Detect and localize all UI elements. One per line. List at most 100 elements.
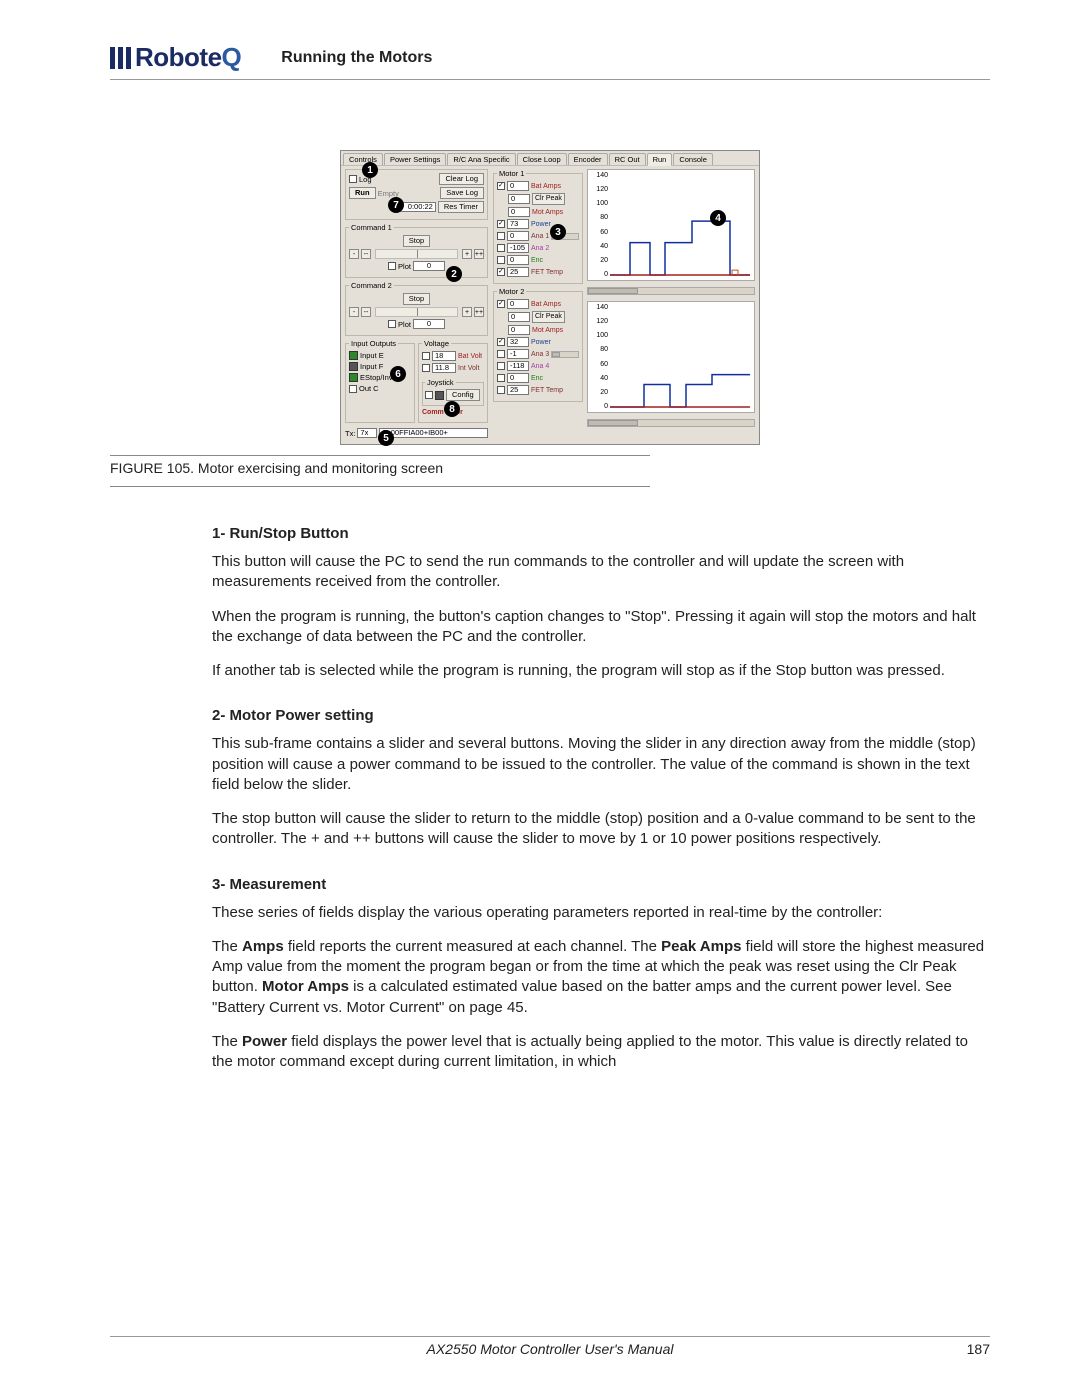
m2-ana2-checkbox[interactable] xyxy=(497,362,505,370)
m1-bat-checkbox[interactable] xyxy=(497,182,505,190)
m2-enc-checkbox[interactable] xyxy=(497,374,505,382)
cmd2-dplus-button[interactable]: ++ xyxy=(474,307,484,317)
cmd2-dminus-button[interactable]: -- xyxy=(361,307,371,317)
tx-port-field: 7x xyxy=(357,428,377,438)
m1-ana2-field: -105 xyxy=(507,243,529,253)
m1-mota-label: Mot Amps xyxy=(532,209,563,216)
m2-clr-peak-button[interactable]: Clr Peak xyxy=(532,311,565,323)
log-checkbox[interactable] xyxy=(349,175,357,183)
cmd2-plus-button[interactable]: + xyxy=(462,307,472,317)
section1-p1: This button will cause the PC to send th… xyxy=(212,552,990,593)
m2-ana2-field: -118 xyxy=(507,361,529,371)
m1-ana1-field: 0 xyxy=(507,231,529,241)
g2-y-20: 20 xyxy=(590,389,608,396)
save-log-button[interactable]: Save Log xyxy=(440,187,484,199)
cmd2-slider[interactable] xyxy=(375,307,458,317)
m1-enc-checkbox[interactable] xyxy=(497,256,505,264)
m1-ana2-checkbox[interactable] xyxy=(497,244,505,252)
clear-log-button[interactable]: Clear Log xyxy=(439,173,484,185)
g2-y-140: 140 xyxy=(590,304,608,311)
m2-fet-field: 25 xyxy=(507,385,529,395)
tab-rc-out[interactable]: RC Out xyxy=(609,153,646,165)
command2-legend: Command 2 xyxy=(349,281,394,290)
m2-bat-label: Bat Amps xyxy=(531,301,561,308)
m2-pow-checkbox[interactable] xyxy=(497,338,505,346)
figure-caption: FIGURE 105. Motor exercising and monitor… xyxy=(110,460,990,476)
graph1-scrollbar[interactable] xyxy=(587,287,755,295)
m2-enc-field: 0 xyxy=(507,373,529,383)
m2-mota-field: 0 xyxy=(508,325,530,335)
motor1-graph: 140 120 100 80 60 40 20 0 xyxy=(587,169,755,281)
intv-checkbox[interactable] xyxy=(422,364,430,372)
m2-ana1-scroll[interactable] xyxy=(551,351,579,358)
tab-console[interactable]: Console xyxy=(673,153,713,165)
estop-label: EStop/Inv xyxy=(360,373,393,382)
m1-pow-field: 73 xyxy=(507,219,529,229)
joy-led xyxy=(435,391,444,400)
m2-fet-checkbox[interactable] xyxy=(497,386,505,394)
batv-checkbox[interactable] xyxy=(422,352,430,360)
m2-bat-checkbox[interactable] xyxy=(497,300,505,308)
m1-ana1-label: Ana 1 xyxy=(531,233,549,240)
section1-p3: If another tab is selected while the pro… xyxy=(212,661,990,681)
tab-encoder[interactable]: Encoder xyxy=(568,153,608,165)
logo-text-main: Robote xyxy=(135,42,222,73)
tab-close-loop[interactable]: Close Loop xyxy=(517,153,567,165)
m1-ana1-checkbox[interactable] xyxy=(497,232,505,240)
m2-pow-label: Power xyxy=(531,339,551,346)
g1-y-0: 0 xyxy=(590,271,608,278)
m1-fet-checkbox[interactable] xyxy=(497,268,505,276)
callout-4: 4 xyxy=(710,210,726,226)
cmd2-plot-checkbox[interactable] xyxy=(388,320,396,328)
tx-label: Tx: xyxy=(345,429,355,438)
cmd2-value-field: 0 xyxy=(413,319,445,329)
cmd1-plus-button[interactable]: + xyxy=(462,249,472,259)
m1-pow-checkbox[interactable] xyxy=(497,220,505,228)
cmd1-dminus-button[interactable]: -- xyxy=(361,249,371,259)
cmd1-plot-checkbox[interactable] xyxy=(388,262,396,270)
callout-7: 7 xyxy=(388,197,404,213)
section3-p1: These series of fields display the vario… xyxy=(212,903,990,923)
cmd1-dplus-button[interactable]: ++ xyxy=(474,249,484,259)
m1-enc-field: 0 xyxy=(507,255,529,265)
g1-y-40: 40 xyxy=(590,243,608,250)
tab-bar: Controls Power Settings R/C Ana Specific… xyxy=(341,151,759,166)
callout-1: 1 xyxy=(362,162,378,178)
config-button[interactable]: Config xyxy=(446,389,480,401)
cmd2-minus-button[interactable]: - xyxy=(349,307,359,317)
m2-mota-label: Mot Amps xyxy=(532,327,563,334)
m1-clr-peak-button[interactable]: Clr Peak xyxy=(532,193,565,205)
cmd1-minus-button[interactable]: - xyxy=(349,249,359,259)
tab-run[interactable]: Run xyxy=(647,153,673,166)
out-c-checkbox[interactable] xyxy=(349,385,357,393)
figure-rule-bottom xyxy=(110,486,650,487)
estop-led xyxy=(349,373,358,382)
page-header: RoboteQ Running the Motors xyxy=(110,42,990,80)
cmd2-plot-label: Plot xyxy=(398,320,411,329)
g2-y-80: 80 xyxy=(590,346,608,353)
cmd1-stop-button[interactable]: Stop xyxy=(403,235,430,247)
motor2-graph: 140 120 100 80 60 40 20 0 xyxy=(587,301,755,413)
g2-y-40: 40 xyxy=(590,375,608,382)
m1-bat-label: Bat Amps xyxy=(531,183,561,190)
cmd1-value-field: 0 xyxy=(413,261,445,271)
text-content: 1- Run/Stop Button This button will caus… xyxy=(110,525,990,1072)
run-button[interactable]: Run xyxy=(349,187,376,199)
graph2-scrollbar[interactable] xyxy=(587,419,755,427)
m2-peak-field: 0 xyxy=(508,312,530,322)
cmd2-stop-button[interactable]: Stop xyxy=(403,293,430,305)
input-e-led xyxy=(349,351,358,360)
m2-ana1-checkbox[interactable] xyxy=(497,350,505,358)
cmd1-plot-label: Plot xyxy=(398,262,411,271)
m2-bat-field: 0 xyxy=(507,299,529,309)
tab-controls[interactable]: Controls xyxy=(343,153,383,165)
reset-timer-button[interactable]: Res Timer xyxy=(438,201,484,213)
cmd1-slider[interactable] xyxy=(375,249,458,259)
figure-rule-top xyxy=(110,455,650,456)
tab-rc-ana[interactable]: R/C Ana Specific xyxy=(447,153,515,165)
io-group: Input Outputs Input E Input F EStop/Inv … xyxy=(345,339,415,423)
m1-ana2-label: Ana 2 xyxy=(531,245,549,252)
m2-fet-label: FET Temp xyxy=(531,387,563,394)
joy-checkbox[interactable] xyxy=(425,391,433,399)
tab-power-settings[interactable]: Power Settings xyxy=(384,153,446,165)
